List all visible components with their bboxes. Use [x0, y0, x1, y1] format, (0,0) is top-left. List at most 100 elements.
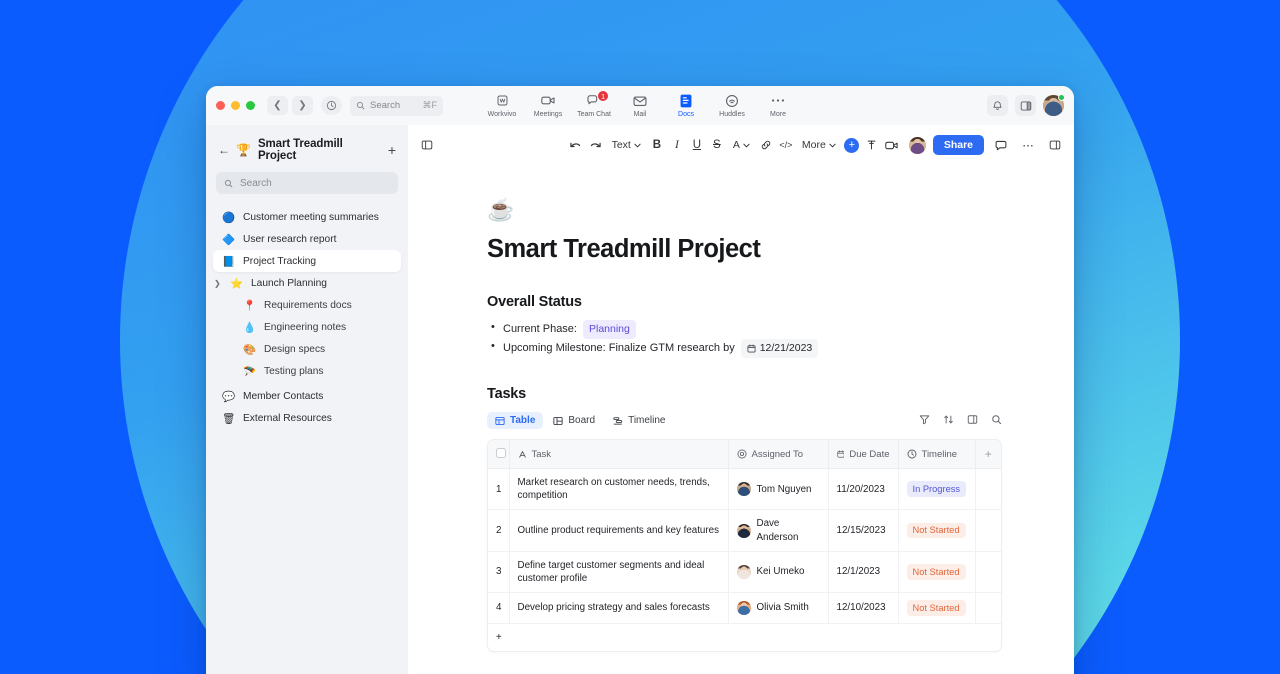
due-date-cell[interactable]: 12/10/2023 — [828, 592, 899, 624]
history-icon[interactable] — [321, 96, 342, 115]
maximize-window-button[interactable] — [246, 101, 255, 110]
envelope-icon — [633, 93, 647, 108]
timeline-cell[interactable]: In Progress — [898, 468, 976, 511]
insert-block-button[interactable]: + — [842, 135, 862, 155]
status-badge-planning[interactable]: Planning — [582, 320, 636, 339]
comments-button[interactable] — [991, 135, 1011, 155]
sidebar-item-launch-planning[interactable]: ❯ ⭐ Launch Planning — [213, 272, 401, 294]
task-name-cell[interactable]: Outline product requirements and key fea… — [509, 509, 729, 552]
add-column-button[interactable]: + — [975, 440, 1001, 469]
chevron-right-icon[interactable]: ❯ — [214, 279, 222, 288]
document-emoji-icon: ☕ — [487, 197, 515, 222]
user-avatar[interactable] — [1043, 94, 1065, 116]
toggle-side-panel-button[interactable] — [1015, 95, 1036, 116]
task-name-cell[interactable]: Market research on customer needs, trend… — [509, 468, 729, 511]
nav-item-huddles[interactable]: Huddles — [709, 93, 755, 118]
toggle-sidebar-button[interactable] — [417, 135, 437, 155]
close-window-button[interactable] — [216, 101, 225, 110]
minimize-window-button[interactable] — [231, 101, 240, 110]
date-chip[interactable]: 12/21/2023 — [740, 339, 819, 358]
nav-item-meetings[interactable]: Meetings — [525, 93, 571, 118]
column-header-task[interactable]: Task — [509, 440, 729, 469]
nav-item-mail[interactable]: Mail — [617, 93, 663, 118]
table-row[interactable]: 2 Outline product requirements and key f… — [488, 509, 1001, 552]
overflow-menu-button[interactable]: ⋯ — [1018, 135, 1038, 155]
list-item: Upcoming Milestone: Finalize GTM researc… — [487, 338, 1002, 358]
board-icon — [553, 416, 563, 425]
table-row[interactable]: 1 Market research on customer needs, tre… — [488, 468, 1001, 511]
sort-icon[interactable] — [943, 414, 954, 428]
due-date-cell[interactable]: 11/20/2023 — [828, 468, 899, 511]
timeline-cell[interactable]: Not Started — [898, 592, 976, 624]
column-header-due-date[interactable]: Due Date — [828, 440, 899, 469]
code-button[interactable]: </> — [776, 135, 796, 155]
bold-button[interactable]: B — [647, 135, 667, 155]
ellipsis-icon — [771, 93, 785, 108]
search-shortcut-label: ⌘F — [422, 100, 438, 110]
sidebar-item-design-specs[interactable]: 🎨 Design specs — [213, 338, 401, 360]
back-button[interactable]: ❮ — [267, 96, 288, 115]
nav-item-more[interactable]: More — [755, 93, 801, 118]
sidebar-back-button[interactable]: ← — [218, 143, 230, 157]
sidebar: ← 🏆 Smart Treadmill Project + Search 🔵 C… — [206, 125, 408, 674]
sidebar-item-customer-meeting-summaries[interactable]: 🔵 Customer meeting summaries — [213, 206, 401, 228]
sidebar-search-input[interactable]: Search — [216, 172, 398, 194]
sidebar-item-project-tracking[interactable]: 📘 Project Tracking — [213, 250, 401, 272]
undo-button[interactable] — [566, 135, 586, 155]
row-extra-cell — [975, 509, 1001, 552]
table-row[interactable]: 3 Define target customer segments and id… — [488, 551, 1001, 594]
nav-item-docs[interactable]: Docs — [663, 93, 709, 118]
tab-table[interactable]: Table — [487, 412, 544, 429]
sidebar-item-engineering-notes[interactable]: 💧 Engineering notes — [213, 316, 401, 338]
share-button[interactable]: Share — [932, 135, 984, 155]
global-search-input[interactable]: Search ⌘F — [350, 95, 443, 116]
document-title[interactable]: Smart Treadmill Project — [487, 235, 1002, 264]
text-style-dropdown[interactable]: Text — [606, 135, 647, 155]
sidebar-item-external-resources[interactable]: 🗑 External Resources — [213, 407, 401, 429]
sidebar-item-user-research-report[interactable]: 🔷 User research report — [213, 228, 401, 250]
task-name-cell[interactable]: Define target customer segments and idea… — [509, 551, 729, 594]
collaborator-avatar[interactable] — [908, 136, 926, 154]
insert-link-button[interactable] — [756, 135, 776, 155]
more-formatting-dropdown[interactable]: More — [796, 135, 842, 155]
select-all-checkbox[interactable] — [496, 447, 506, 458]
select-all-header[interactable] — [488, 440, 510, 469]
assignee-cell[interactable]: Olivia Smith — [728, 592, 829, 624]
text-color-dropdown[interactable]: A — [727, 135, 756, 155]
column-header-timeline[interactable]: Timeline — [898, 440, 976, 469]
strikethrough-button[interactable]: S — [707, 135, 727, 155]
forward-button[interactable]: ❯ — [292, 96, 313, 115]
due-date-cell[interactable]: 12/15/2023 — [828, 509, 899, 552]
due-date-cell[interactable]: 12/1/2023 — [828, 551, 899, 594]
tab-timeline[interactable]: Timeline — [605, 412, 673, 429]
add-row-button[interactable]: + — [488, 623, 1001, 651]
assignee-name: Olivia Smith — [756, 602, 809, 614]
column-header-assigned-to[interactable]: Assigned To — [728, 440, 829, 469]
nav-item-workvivo[interactable]: Workvivo — [479, 93, 525, 118]
timeline-cell[interactable]: Not Started — [898, 551, 976, 594]
tab-board[interactable]: Board — [545, 412, 603, 429]
sidebar-add-button[interactable]: + — [388, 143, 396, 157]
sidebar-item-member-contacts[interactable]: 💬 Member Contacts — [213, 385, 401, 407]
layout-icon[interactable] — [967, 414, 978, 428]
italic-button[interactable]: I — [667, 135, 687, 155]
assignee-cell[interactable]: Kei Umeko — [728, 551, 829, 594]
clear-formatting-button[interactable] — [862, 135, 882, 155]
filter-icon[interactable] — [919, 414, 930, 428]
notifications-button[interactable] — [987, 95, 1008, 116]
search-icon[interactable] — [991, 414, 1002, 428]
toggle-right-panel-button[interactable] — [1045, 135, 1065, 155]
timeline-cell[interactable]: Not Started — [898, 509, 976, 552]
table-row[interactable]: 4 Develop pricing strategy and sales for… — [488, 592, 1001, 624]
assignee-cell[interactable]: Dave Anderson — [728, 509, 829, 552]
nav-label-team-chat: Team Chat — [577, 111, 611, 118]
start-video-button[interactable] — [882, 135, 902, 155]
add-row[interactable]: + — [488, 623, 1001, 651]
sidebar-item-requirements-docs[interactable]: 📍 Requirements docs — [213, 294, 401, 316]
underline-button[interactable]: U — [687, 135, 707, 155]
assignee-cell[interactable]: Tom Nguyen — [728, 468, 829, 511]
redo-button[interactable] — [586, 135, 606, 155]
nav-item-team-chat[interactable]: 1 Team Chat — [571, 90, 617, 118]
task-name-cell[interactable]: Develop pricing strategy and sales forec… — [509, 592, 729, 624]
sidebar-item-testing-plans[interactable]: 🪂 Testing plans — [213, 360, 401, 382]
